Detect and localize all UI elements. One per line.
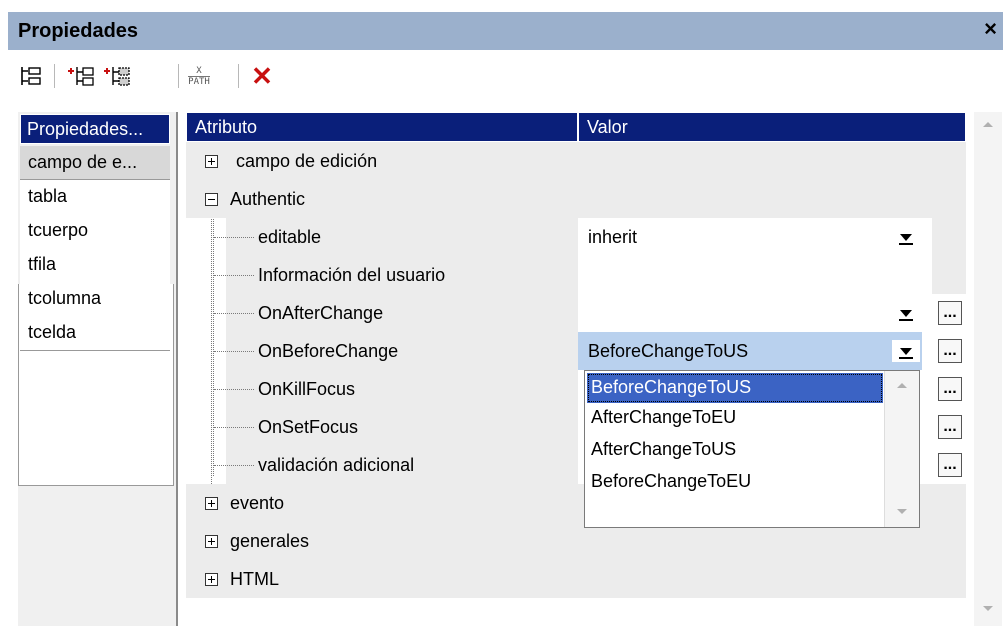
element-list-panel: Propiedades... campo de e... tabla tcuer… xyxy=(18,112,178,626)
dropdown-option-selected[interactable]: BeforeChangeToUS xyxy=(587,373,883,403)
element-list-header[interactable]: Propiedades... xyxy=(20,114,170,144)
expand-icon[interactable] xyxy=(205,155,218,168)
dropdown-option[interactable]: BeforeChangeToEU xyxy=(587,467,883,497)
element-list-item[interactable]: tcolumna xyxy=(20,282,170,316)
close-icon[interactable]: × xyxy=(984,16,997,42)
xpath-icon-label-top: X xyxy=(196,65,202,76)
property-grid: Atributo Valor campo de edición Authenti… xyxy=(186,112,966,626)
attribute-column-header[interactable]: Atributo xyxy=(186,112,578,142)
property-row[interactable]: Información del usuario xyxy=(186,256,966,294)
property-value-combo[interactable]: BeforeChangeToUS xyxy=(588,332,748,370)
element-list-item-selected[interactable]: campo de e... xyxy=(20,146,170,180)
element-list-item[interactable]: tcelda xyxy=(20,316,170,350)
element-list-item[interactable]: tfila xyxy=(20,248,170,282)
expand-icon[interactable] xyxy=(205,497,218,510)
property-label: OnSetFocus xyxy=(258,416,359,437)
element-list-item[interactable]: tcuerpo xyxy=(20,214,170,248)
property-value[interactable]: inherit xyxy=(588,218,637,256)
panel-title-bar: Propiedades × xyxy=(8,12,1003,50)
insert-property-icon[interactable] xyxy=(102,60,132,92)
toolbar: X PATH ✕ xyxy=(8,50,1003,104)
grid-scrollbar[interactable] xyxy=(974,112,1002,626)
xpath-icon-label-bottom: PATH xyxy=(188,75,210,87)
ellipsis-button[interactable]: ... xyxy=(938,301,962,325)
dropdown-scrollbar[interactable] xyxy=(884,371,919,527)
property-group-label: HTML xyxy=(230,568,279,589)
dropdown-arrow-icon[interactable] xyxy=(892,302,920,324)
panel-title: Propiedades xyxy=(18,20,139,42)
property-label: Información del usuario xyxy=(258,264,446,285)
property-group-label: evento xyxy=(230,492,285,513)
property-group-label: Authentic xyxy=(230,188,306,209)
scroll-up-icon[interactable] xyxy=(897,383,907,388)
dropdown-option[interactable]: AfterChangeToEU xyxy=(587,403,883,433)
expand-icon[interactable] xyxy=(205,573,218,586)
ellipsis-button[interactable]: ... xyxy=(938,377,962,401)
scroll-down-icon[interactable] xyxy=(897,509,907,514)
property-label: validación adicional xyxy=(258,454,415,475)
property-label: editable xyxy=(258,226,322,247)
property-group-row[interactable]: campo de edición xyxy=(186,142,966,180)
property-row[interactable]: OnAfterChange ... xyxy=(186,294,966,332)
tree-view-icon[interactable] xyxy=(18,60,44,92)
scroll-down-icon[interactable] xyxy=(983,606,993,611)
dropdown-arrow-icon[interactable] xyxy=(892,340,920,362)
ellipsis-button[interactable]: ... xyxy=(938,453,962,477)
collapse-icon[interactable] xyxy=(205,193,218,206)
value-column-header[interactable]: Valor xyxy=(578,112,966,142)
property-group-label: generales xyxy=(230,530,310,551)
value-dropdown-list[interactable]: BeforeChangeToUS AfterChangeToEU AfterCh… xyxy=(584,370,920,528)
expand-icon[interactable] xyxy=(205,535,218,548)
property-label: OnAfterChange xyxy=(258,302,384,323)
ellipsis-button[interactable]: ... xyxy=(938,415,962,439)
dropdown-arrow-icon[interactable] xyxy=(892,226,920,248)
dropdown-option[interactable]: AfterChangeToUS xyxy=(587,435,883,465)
ellipsis-button[interactable]: ... xyxy=(938,339,962,363)
delete-icon[interactable]: ✕ xyxy=(248,60,276,92)
property-group-row[interactable]: HTML xyxy=(186,560,966,598)
property-group-label: campo de edición xyxy=(236,150,378,171)
property-row[interactable]: editable inherit xyxy=(186,218,966,256)
property-row-active[interactable]: OnBeforeChange BeforeChangeToUS ... xyxy=(186,332,966,370)
property-group-row[interactable]: Authentic xyxy=(186,180,966,218)
element-list-item[interactable]: tabla xyxy=(20,180,170,214)
property-label: OnBeforeChange xyxy=(258,340,399,361)
xpath-icon[interactable]: X PATH xyxy=(184,60,214,92)
property-label: OnKillFocus xyxy=(258,378,356,399)
scroll-up-icon[interactable] xyxy=(983,122,993,127)
insert-property-group-icon[interactable] xyxy=(66,60,96,92)
